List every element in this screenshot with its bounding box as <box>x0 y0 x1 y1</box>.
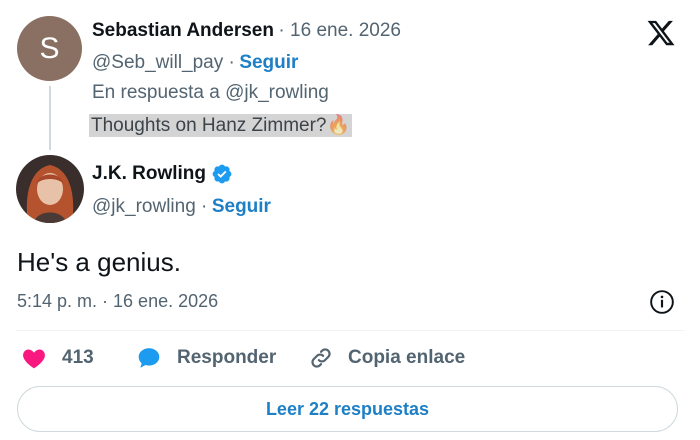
follow-button[interactable]: Seguir <box>212 196 271 217</box>
reply-header: Sebastian Andersen · 16 ene. 2026 <box>92 20 401 42</box>
reply-button[interactable]: Responder <box>135 345 276 371</box>
main-header: J.K. Rowling <box>92 163 233 185</box>
divider <box>16 330 684 331</box>
read-replies-label: Leer 22 respuestas <box>265 398 430 419</box>
tweet-text: He's a genius. <box>17 247 181 277</box>
avatar[interactable]: S <box>17 16 82 81</box>
tweet-date[interactable]: · 16 ene. 2026 <box>278 20 401 41</box>
author-name[interactable]: Sebastian Andersen <box>92 20 274 41</box>
quoted-text-body: Thoughts on Hanz Zimmer? <box>91 115 327 136</box>
like-button[interactable]: 413 <box>20 345 94 371</box>
avatar-jk-rowling[interactable] <box>16 155 84 223</box>
thread-line <box>49 86 51 150</box>
verified-badge-icon <box>211 163 233 185</box>
x-logo-icon[interactable] <box>645 18 677 48</box>
link-icon <box>308 345 334 371</box>
copy-link-button[interactable]: Copia enlace <box>308 345 465 371</box>
author-handle[interactable]: @jk_rowling · <box>92 196 207 217</box>
follow-button[interactable]: Seguir <box>239 52 298 73</box>
heart-icon <box>20 345 48 371</box>
info-icon[interactable] <box>649 289 675 320</box>
speech-bubble-icon <box>135 345 163 371</box>
author-handle[interactable]: @Seb_will_pay · <box>92 52 235 73</box>
reply-context: En respuesta a @jk_rowling <box>92 82 329 103</box>
reply-label: Responder <box>177 347 277 368</box>
author-name[interactable]: J.K. Rowling <box>92 163 206 185</box>
copy-link-label: Copia enlace <box>348 347 466 368</box>
avatar-letter: S <box>39 31 60 65</box>
fire-emoji-icon: 🔥 <box>326 115 351 136</box>
quoted-text: Thoughts on Hanz Zimmer?🔥 <box>89 113 353 137</box>
tweet-timestamp[interactable]: 5:14 p. m. · 16 ene. 2026 <box>17 291 218 312</box>
like-count: 413 <box>62 347 94 368</box>
main-handle-row: @jk_rowling · Seguir <box>92 196 271 218</box>
reply-handle-row: @Seb_will_pay · Seguir <box>92 52 298 74</box>
read-replies-button[interactable]: Leer 22 respuestas <box>17 386 678 432</box>
